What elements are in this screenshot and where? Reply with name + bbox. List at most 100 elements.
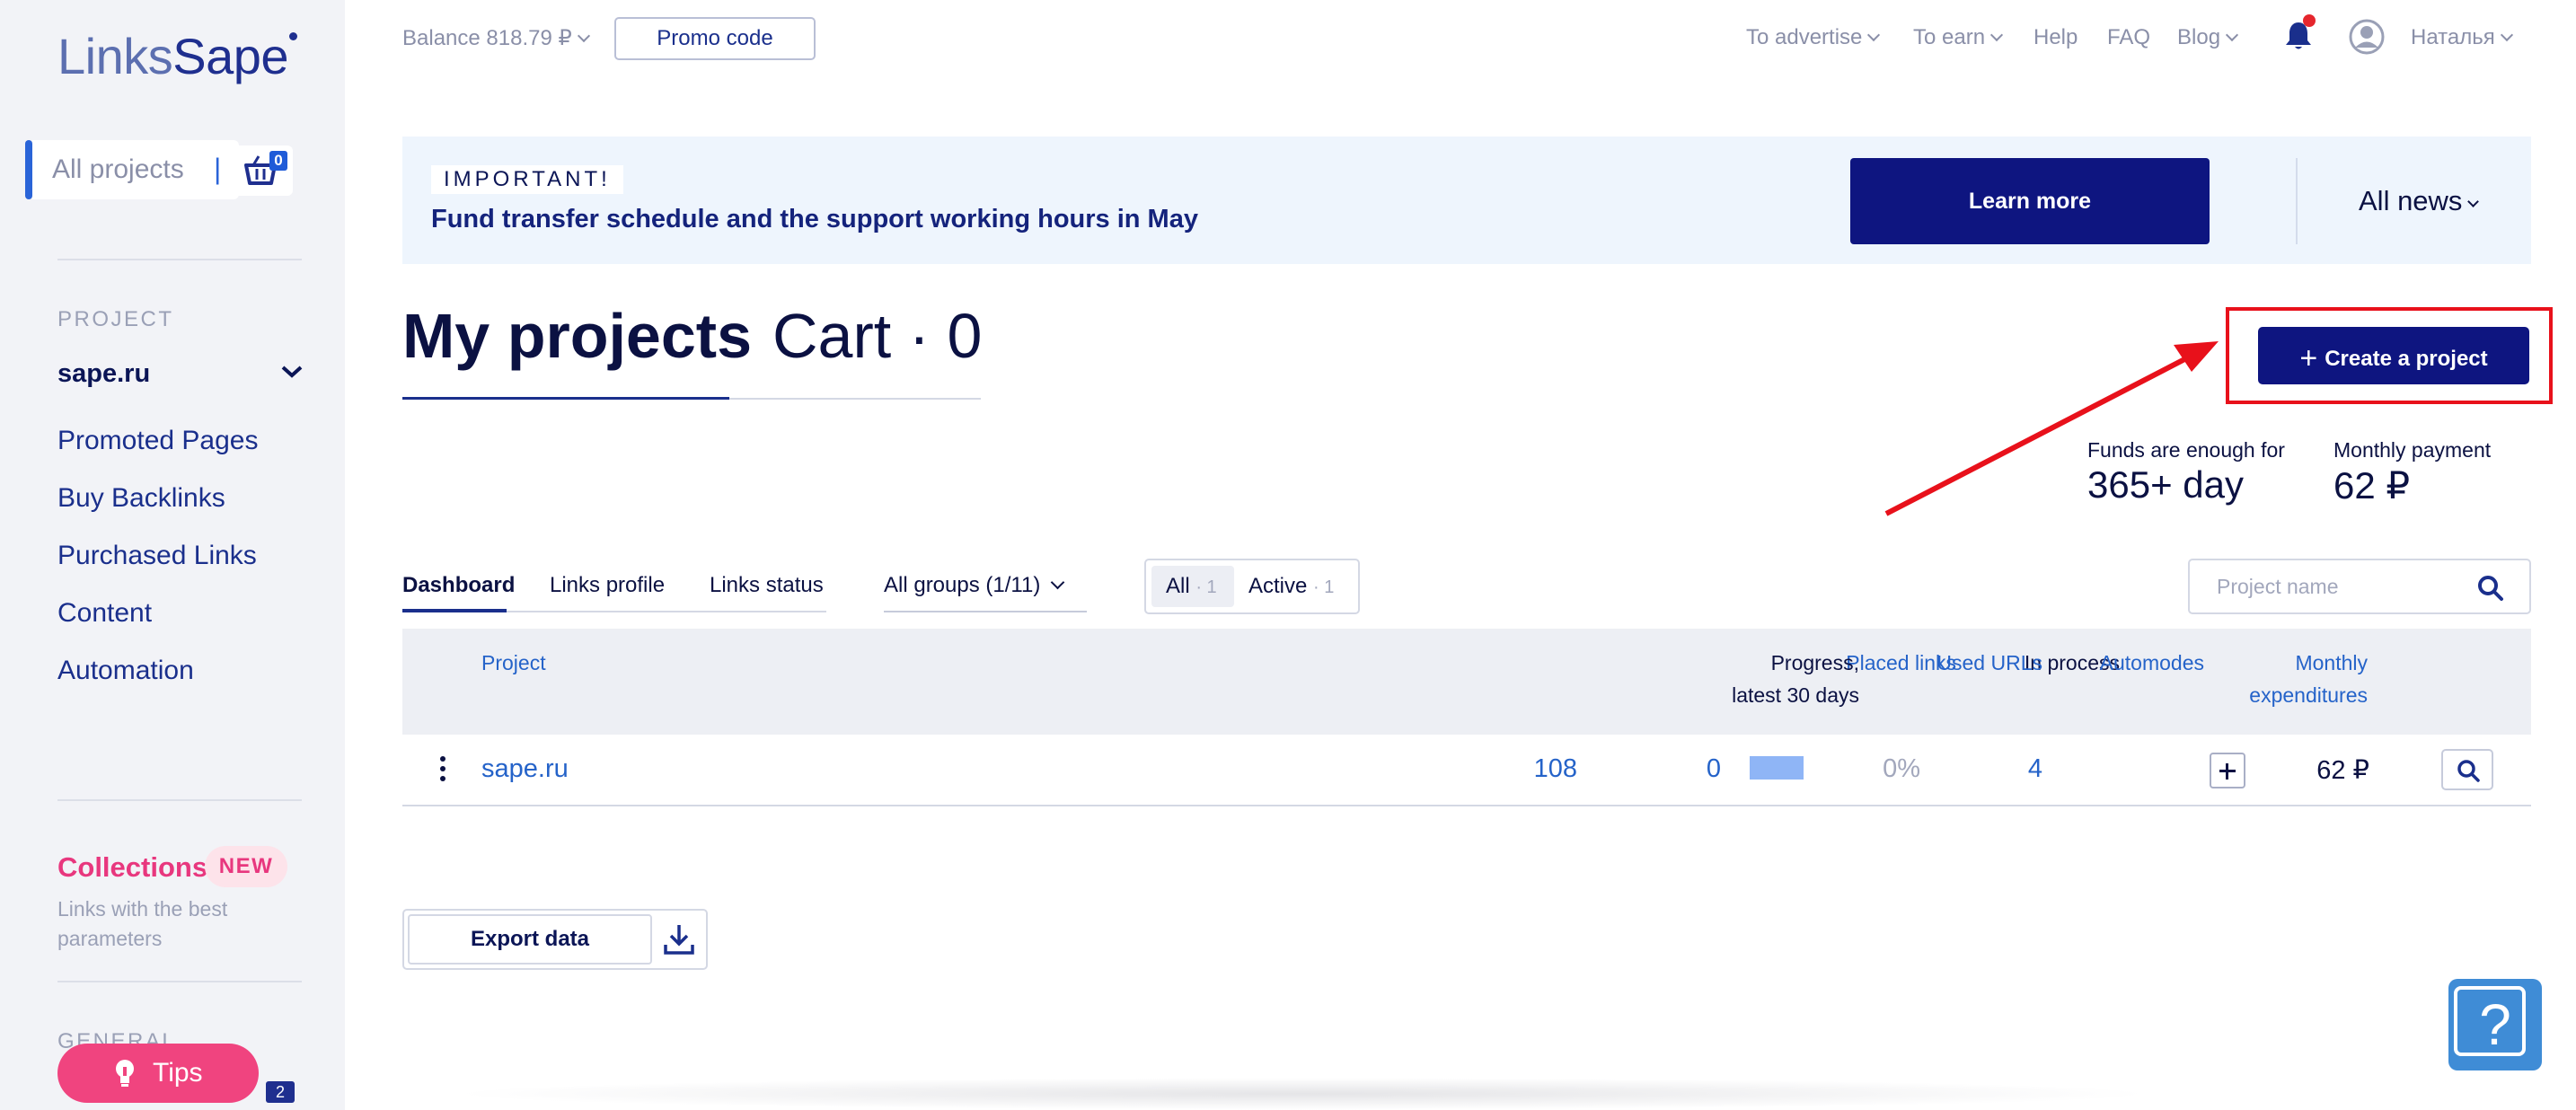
nav-blog[interactable]: Blog bbox=[2177, 25, 2239, 50]
create-project-button[interactable]: + Create a project bbox=[2258, 327, 2529, 384]
user-avatar-icon[interactable] bbox=[2348, 18, 2386, 56]
news-banner: IMPORTANT! Fund transfer schedule and th… bbox=[402, 137, 2531, 264]
learn-more-button[interactable]: Learn more bbox=[1850, 158, 2210, 244]
separator: | bbox=[214, 153, 222, 185]
cart-button[interactable]: 0 bbox=[234, 145, 293, 196]
tab-underline bbox=[729, 398, 981, 400]
nav-help[interactable]: Help bbox=[2033, 25, 2078, 50]
important-tag: IMPORTANT! bbox=[431, 165, 623, 194]
divider bbox=[57, 259, 302, 260]
export-data-button[interactable]: Export data bbox=[408, 914, 652, 965]
all-projects-label[interactable]: All projects bbox=[52, 154, 184, 185]
logo-text-sape: Sape bbox=[172, 28, 289, 84]
project-search bbox=[2188, 559, 2531, 614]
col-monthly-line1[interactable]: Monthly bbox=[2220, 647, 2368, 679]
sidebar: LinksSape All projects | 0 PROJECT sape.… bbox=[0, 0, 345, 1110]
sidebar-item-buy-backlinks[interactable]: Buy Backlinks bbox=[57, 483, 225, 514]
tips-button[interactable]: Tips bbox=[57, 1044, 259, 1103]
tab-links-status[interactable]: Links status bbox=[710, 573, 824, 598]
collections-description: Links with the best parameters bbox=[57, 897, 228, 950]
chevron-down-icon bbox=[1989, 28, 2004, 42]
sidebar-item-promoted-pages[interactable]: Promoted Pages bbox=[57, 426, 258, 456]
col-progress-line1: Progress, bbox=[1770, 651, 1859, 674]
filter-active-label: Active bbox=[1248, 574, 1308, 598]
groups-underline bbox=[884, 611, 1087, 612]
filter-all-label: All bbox=[1166, 574, 1190, 598]
balance-dropdown[interactable]: Balance 818.79 ₽ bbox=[402, 25, 590, 51]
nav-faq[interactable]: FAQ bbox=[2107, 25, 2150, 50]
new-badge: NEW bbox=[205, 846, 287, 887]
nav-label: FAQ bbox=[2107, 25, 2151, 49]
tab-my-projects[interactable]: My projects bbox=[402, 300, 752, 372]
filter-active[interactable]: Active · 1 bbox=[1248, 566, 1334, 607]
nav-to-advertise[interactable]: To advertise bbox=[1746, 25, 1881, 50]
current-project[interactable]: sape.ru bbox=[57, 359, 150, 389]
cart-count-badge: 0 bbox=[269, 151, 287, 171]
search-icon[interactable] bbox=[2477, 575, 2504, 602]
logo-dot bbox=[289, 32, 298, 40]
create-project-label: Create a project bbox=[2325, 346, 2488, 371]
lightbulb-icon bbox=[116, 1060, 134, 1087]
filter-active-count: · 1 bbox=[1313, 577, 1335, 597]
divider bbox=[57, 981, 302, 982]
user-name: Наталья bbox=[2411, 25, 2495, 49]
tab-links-profile[interactable]: Links profile bbox=[550, 573, 665, 598]
funds-value: 365+ day bbox=[2087, 463, 2244, 506]
export-group: Export data bbox=[402, 909, 708, 970]
sidebar-item-purchased-links[interactable]: Purchased Links bbox=[57, 541, 257, 571]
table-header: Project Placed links In process Progress… bbox=[402, 629, 2531, 735]
col-progress-line2: latest 30 days bbox=[1732, 683, 1859, 707]
chevron-down-icon bbox=[2467, 196, 2480, 207]
nav-label: Blog bbox=[2177, 25, 2221, 49]
table-row: sape.ru 108 0 0% 4 62 ₽ bbox=[402, 735, 2531, 806]
row-search-button[interactable] bbox=[2441, 749, 2493, 790]
monthly-payment-value: 62 ₽ bbox=[2333, 464, 2411, 507]
tab-cart[interactable]: Cart · 0 bbox=[772, 300, 982, 372]
active-tab-underline bbox=[402, 609, 507, 612]
chevron-down-icon bbox=[2500, 28, 2513, 42]
chevron-down-icon bbox=[1051, 575, 1065, 590]
monthly-payment-label: Monthly payment bbox=[2333, 438, 2492, 462]
col-monthly-line2[interactable]: expenditures bbox=[2220, 679, 2368, 711]
logo[interactable]: LinksSape bbox=[57, 27, 298, 85]
col-project[interactable]: Project bbox=[481, 647, 546, 679]
section-label-project: PROJECT bbox=[57, 307, 174, 331]
divider bbox=[2296, 158, 2298, 244]
collections-link[interactable]: Collections bbox=[57, 851, 207, 884]
monthly-expenditures-value: 62 ₽ bbox=[2316, 756, 2369, 785]
download-icon[interactable] bbox=[661, 921, 697, 957]
active-indicator bbox=[25, 140, 32, 199]
groups-label: All groups (1/11) bbox=[884, 573, 1041, 597]
promo-code-button[interactable]: Promo code bbox=[614, 17, 816, 60]
chevron-down-icon bbox=[577, 29, 590, 43]
all-news-label: All news bbox=[2359, 185, 2463, 216]
help-icon-outline bbox=[2454, 986, 2526, 1056]
nav-label: To earn bbox=[1913, 25, 1986, 49]
sidebar-item-automation[interactable]: Automation bbox=[57, 656, 194, 686]
tab-dashboard[interactable]: Dashboard bbox=[402, 573, 515, 598]
search-input[interactable] bbox=[2217, 573, 2468, 600]
all-projects-selector[interactable]: All projects | 0 bbox=[25, 140, 293, 199]
search-icon bbox=[2457, 760, 2480, 782]
page-fade bbox=[449, 1078, 2156, 1110]
sidebar-item-content[interactable]: Content bbox=[57, 598, 152, 629]
chat-count-badge[interactable]: 2 bbox=[266, 1081, 295, 1103]
news-headline[interactable]: Fund transfer schedule and the support w… bbox=[431, 205, 1198, 234]
user-menu[interactable]: Наталья bbox=[2411, 25, 2513, 50]
chevron-down-icon bbox=[1867, 28, 1881, 42]
active-tab-underline bbox=[402, 397, 729, 400]
divider bbox=[57, 799, 302, 801]
col-automodes[interactable]: Automodes bbox=[2075, 647, 2204, 679]
logo-text-links: Links bbox=[57, 28, 173, 84]
nav-to-earn[interactable]: To earn bbox=[1913, 25, 2004, 50]
nav-label: Help bbox=[2033, 25, 2078, 49]
chevron-down-icon bbox=[2225, 28, 2239, 42]
chevron-down-icon[interactable] bbox=[280, 364, 304, 380]
tips-label: Tips bbox=[153, 1058, 203, 1088]
notification-dot bbox=[2303, 14, 2316, 27]
col-used-urls[interactable]: Used URLs bbox=[1929, 647, 2042, 679]
filter-all-count: · 1 bbox=[1195, 577, 1217, 597]
all-news-dropdown[interactable]: All news bbox=[2359, 185, 2480, 217]
groups-dropdown[interactable]: All groups (1/11) bbox=[884, 573, 1065, 598]
filter-all[interactable]: All · 1 bbox=[1151, 566, 1234, 607]
